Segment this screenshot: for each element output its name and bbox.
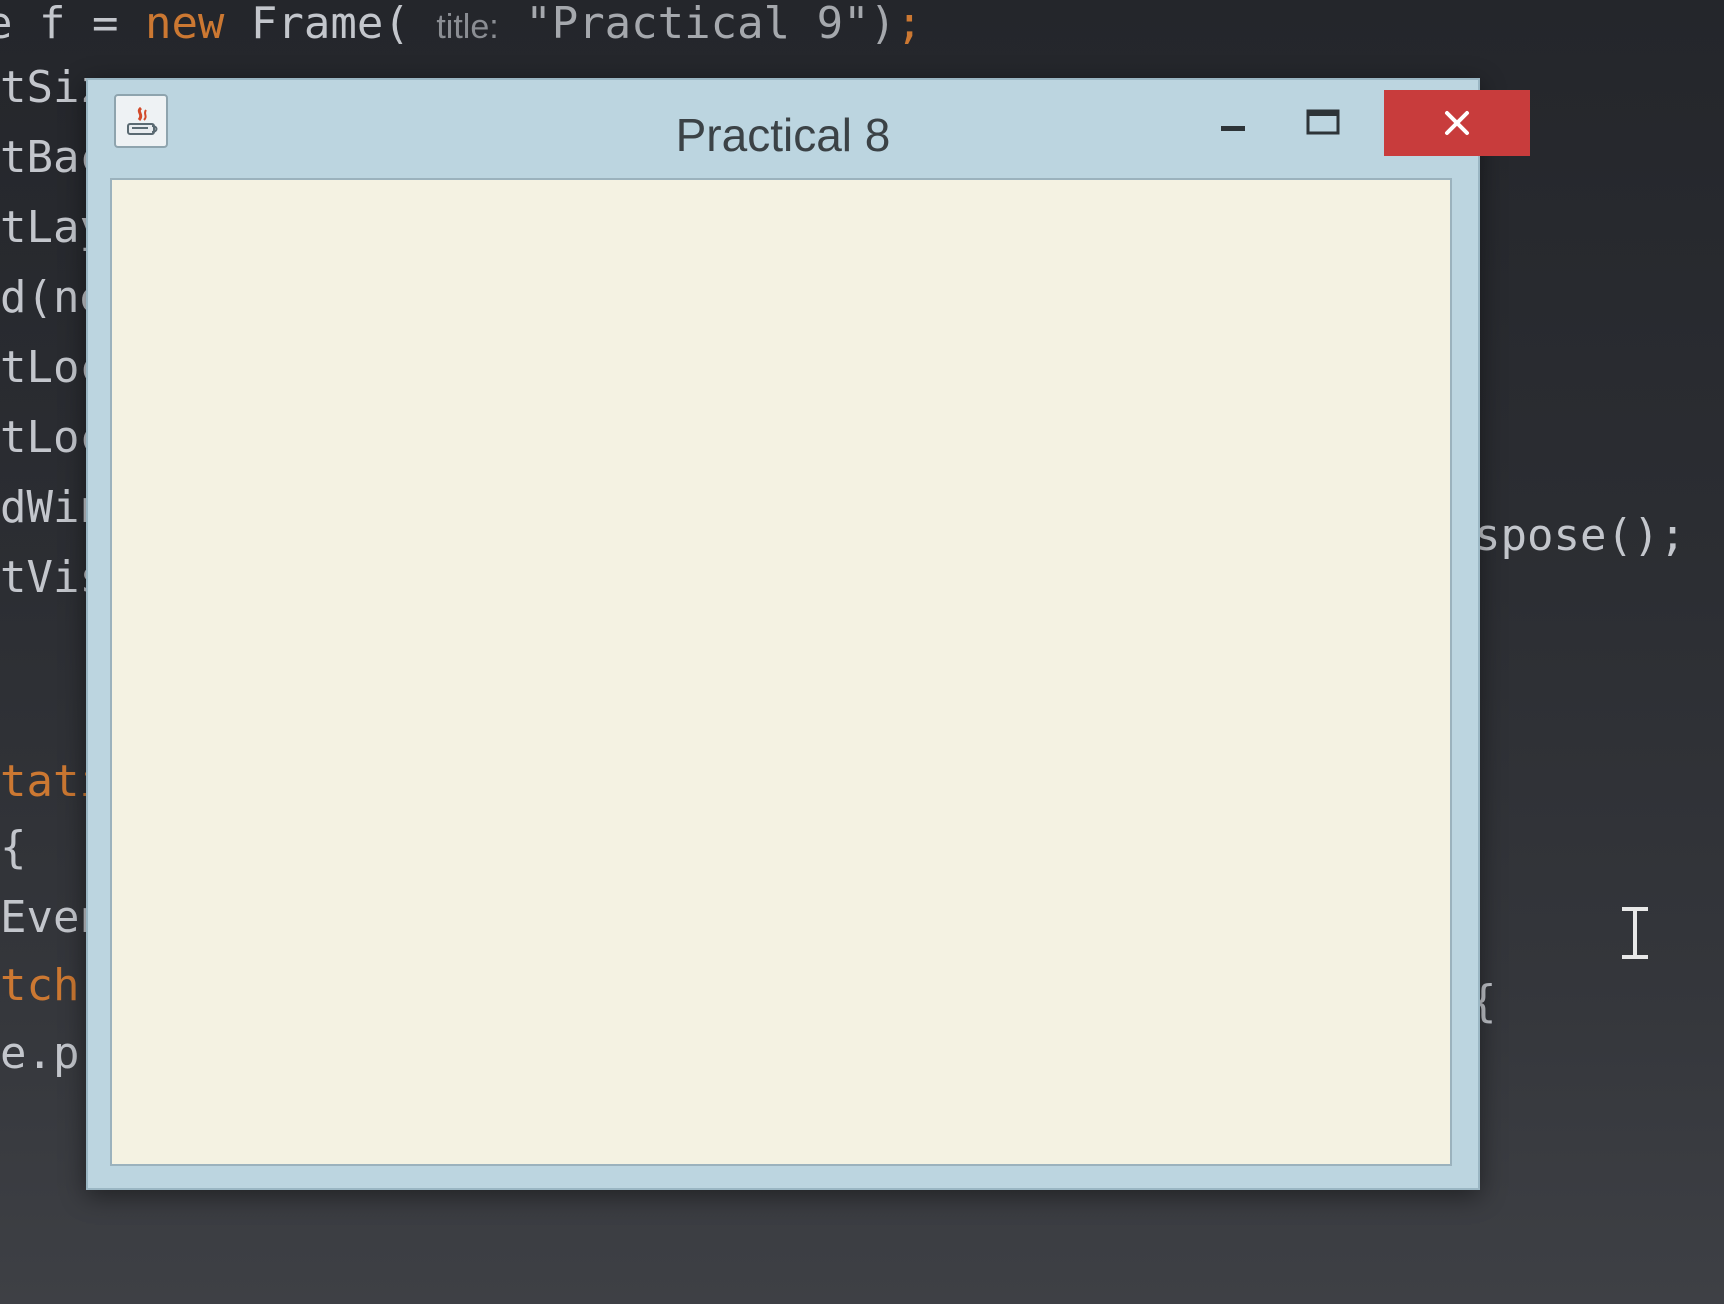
code-text: Frame( bbox=[224, 0, 437, 49]
code-fragment-dispose: spose(); bbox=[1474, 514, 1686, 558]
code-semicolon: ; bbox=[896, 0, 923, 49]
minimize-icon bbox=[1221, 126, 1245, 131]
code-text: e f = bbox=[0, 0, 145, 49]
window-client-area[interactable] bbox=[110, 178, 1452, 1166]
title-bar[interactable]: Practical 8 bbox=[88, 80, 1530, 180]
application-window[interactable]: Practical 8 bbox=[86, 78, 1530, 1190]
param-hint: title: bbox=[436, 8, 499, 46]
maximize-button[interactable] bbox=[1278, 88, 1368, 156]
minimize-button[interactable] bbox=[1188, 88, 1278, 156]
close-icon bbox=[1445, 111, 1469, 135]
code-fragment: { bbox=[0, 822, 27, 873]
code-line-frame: e f = new Frame( title: "Practical 9"); bbox=[0, 2, 923, 46]
text-cursor-icon bbox=[1620, 905, 1650, 961]
code-string: "Practical 9") bbox=[498, 0, 897, 49]
code-text: spose(); bbox=[1474, 510, 1686, 561]
code-keyword: new bbox=[144, 0, 225, 49]
close-button[interactable] bbox=[1384, 90, 1530, 156]
maximize-icon bbox=[1306, 109, 1340, 135]
code-fragment: tch bbox=[0, 960, 80, 1011]
